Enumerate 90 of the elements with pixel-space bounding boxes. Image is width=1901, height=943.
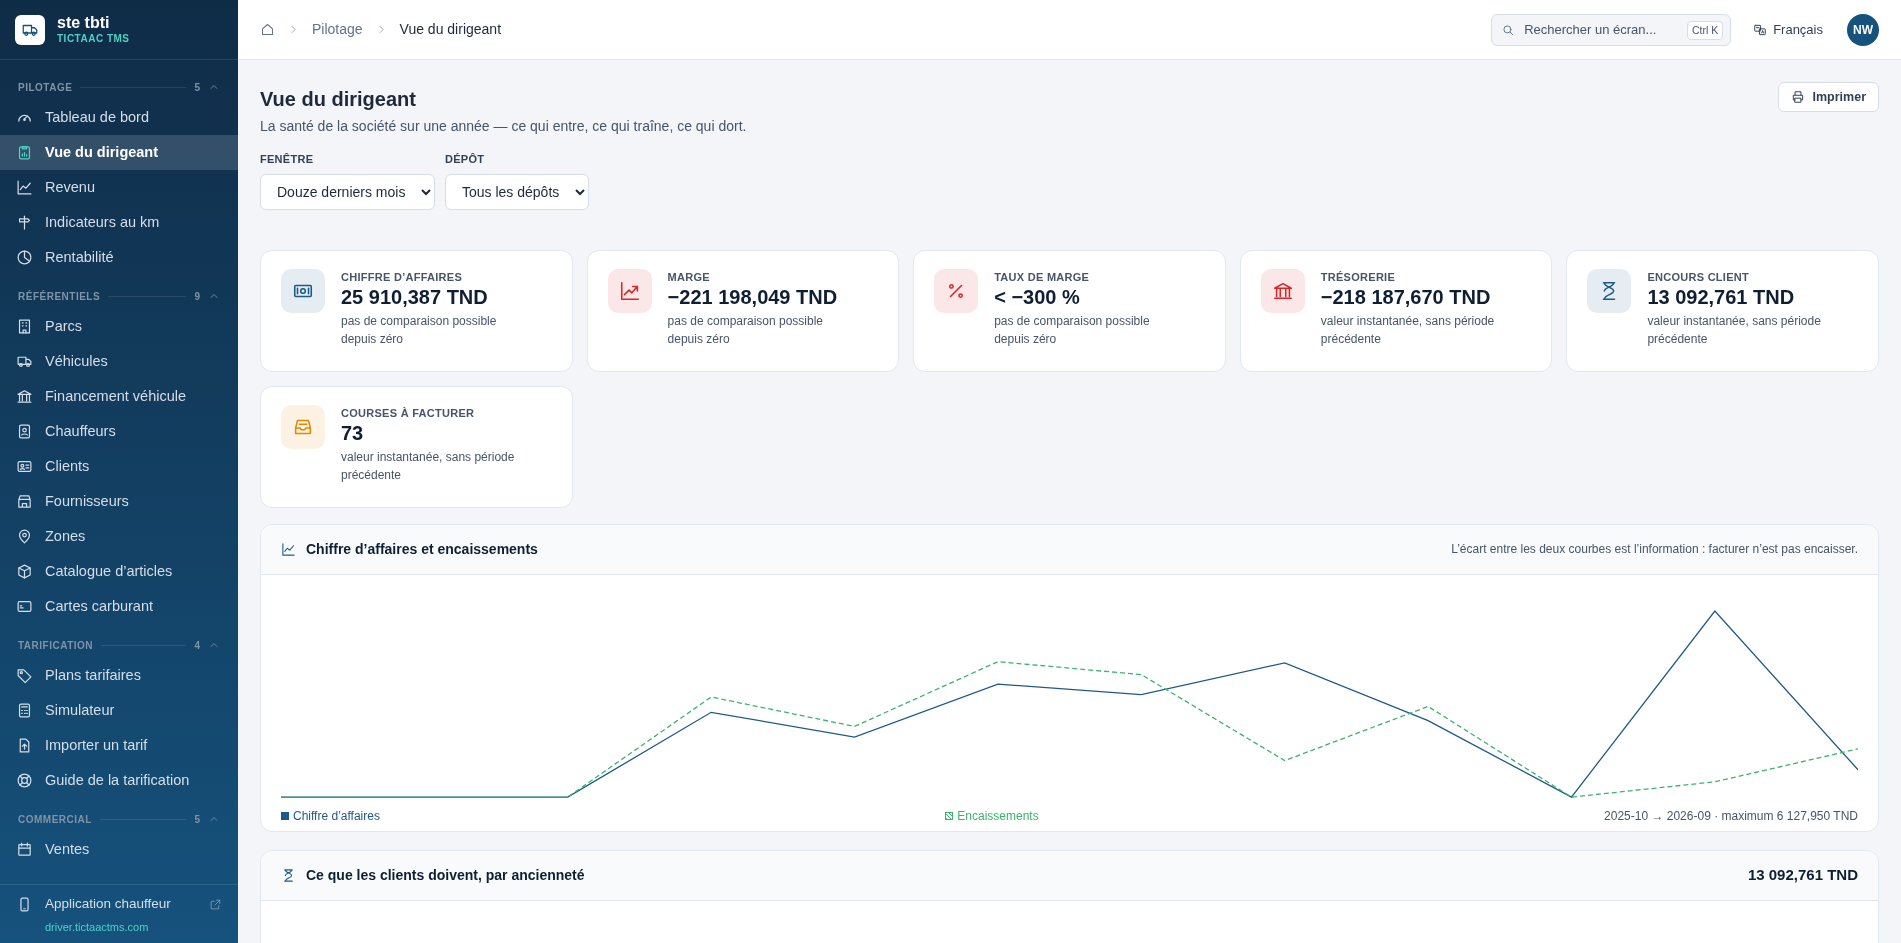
kpi-value: < −300 % (994, 285, 1081, 310)
filter-label: DÉPÔT (445, 152, 486, 167)
page-subtitle: La santé de la société sur une année — ce qui entre, ce qui traîne, ce qui dort. (260, 117, 748, 136)
section-count: 5 (194, 80, 200, 95)
box-icon (16, 563, 33, 580)
kpi-note: valeur instantanée, sans période précédente (341, 449, 516, 484)
page-title: Vue du dirigeant (260, 87, 417, 112)
building-icon (16, 318, 33, 335)
hourglass-icon (281, 867, 296, 883)
card-title: Ce que les clients doivent, par ancienneté (306, 865, 585, 885)
sidebar-item[interactable]: Plans tarifaires (0, 658, 238, 693)
section-count: 5 (194, 812, 200, 827)
sidebar-item[interactable]: Fournisseurs (0, 484, 238, 519)
brand-subtitle: TICTAAC TMS (57, 33, 130, 46)
breadcrumb-item[interactable]: Pilotage (312, 19, 363, 40)
driver-url-link[interactable]: driver.tictaactms.com (16, 918, 222, 935)
sidebar-item[interactable]: Chauffeurs (0, 414, 238, 449)
section-heading: PILOTAGE (18, 80, 73, 95)
lifebuoy-icon (16, 772, 33, 789)
clipboard-chart-icon (16, 144, 33, 161)
sidebar-item[interactable]: Tableau de bord (0, 100, 238, 135)
tag-icon (16, 667, 33, 684)
aging-total: 13 092,761 TND (1747, 864, 1858, 885)
section-count: 4 (194, 638, 200, 653)
sidebar-item[interactable]: Parcs (0, 309, 238, 344)
external-link-icon (209, 898, 222, 911)
sidebar-item[interactable]: Catalogue d’articles (0, 554, 238, 589)
legend-label: Chiffre d’affaires (293, 807, 380, 825)
search-icon (1501, 22, 1516, 37)
chart-range: 2025-10 → 2026-09 · maximum 6 127,950 TND (1604, 807, 1858, 825)
line-chart-icon (16, 179, 33, 196)
kpi-note: pas de comparaison possible depuis zéro (667, 313, 825, 348)
kpi-title: TAUX DE MARGE (994, 269, 1091, 285)
signpost-icon (16, 214, 33, 231)
sidebar-item[interactable]: Revenu (0, 170, 238, 205)
user-avatar[interactable]: NW (1847, 13, 1879, 46)
driver-app-link[interactable]: Application chauffeur (16, 892, 171, 917)
section-heading: COMMERCIAL (18, 812, 92, 827)
sidebar-item[interactable]: Importer un tarif (0, 728, 238, 763)
calendar-icon (16, 841, 33, 858)
sidebar-item[interactable]: Vue du dirigeant (0, 135, 238, 170)
card-icon (16, 598, 33, 615)
language-button[interactable]: Français (1753, 19, 1823, 40)
contact-card-icon (16, 458, 33, 475)
breadcrumb-item: Vue du dirigeant (399, 20, 502, 39)
kpi-value: 73 (341, 421, 365, 446)
sidebar-item[interactable]: Guide de la tarification (0, 763, 238, 798)
brand-name: ste tbti (57, 13, 111, 34)
print-button[interactable]: Imprimer (1777, 82, 1879, 112)
printer-icon (1790, 90, 1805, 104)
kpi-note: pas de comparaison possible depuis zéro (994, 313, 1151, 348)
sidebar-item[interactable]: Véhicules (0, 344, 238, 379)
sidebar-item[interactable]: Cartes carburant (0, 589, 238, 624)
sidebar-item[interactable]: Zones (0, 519, 238, 554)
store-icon (16, 493, 33, 510)
filter-select[interactable]: Douze derniers mois (260, 173, 435, 210)
kpi-title: TRÉSORERIE (1320, 269, 1397, 285)
calculator-icon (16, 702, 33, 719)
sidebar-item[interactable]: Simulateur (0, 693, 238, 728)
sidebar-item[interactable]: Rentabilité (0, 240, 238, 275)
sidebar-item[interactable]: Financement véhicule (0, 379, 238, 414)
filter-label: FENÊTRE (260, 152, 315, 167)
kpi-value: −218 187,670 TND (1320, 285, 1492, 310)
kpi-note: valeur instantanée, sans période précédente (1647, 313, 1822, 348)
kpi-value: 25 910,387 TND (341, 285, 489, 310)
card-hint: L’écart entre les deux courbes est l’information : facturer n’est pas encaisser. (1451, 541, 1858, 558)
sidebar-item[interactable]: Ventes (0, 832, 238, 867)
section-heading: RÉFÉRENTIELS (18, 289, 101, 304)
kpi-title: ENCOURS CLIENT (1647, 269, 1751, 285)
home-icon[interactable] (260, 22, 275, 37)
section-heading: TARIFICATION (18, 638, 94, 653)
bank-icon (16, 388, 33, 405)
section-count: 9 (194, 289, 200, 304)
filter-select[interactable]: Tous les dépôts (445, 173, 589, 210)
id-badge-icon (16, 423, 33, 440)
kpi-title: MARGE (667, 269, 711, 285)
sidebar-item[interactable]: Indicateurs au km (0, 205, 238, 240)
translate-icon (1753, 22, 1768, 37)
kpi-value: 13 092,761 TND (1647, 285, 1796, 310)
kpi-note: valeur instantanée, sans période précédente (1320, 313, 1496, 348)
kpi-title: CHIFFRE D’AFFAIRES (341, 269, 464, 285)
line-chart-icon (281, 541, 296, 557)
kpi-title: COURSES À FACTURER (341, 405, 476, 421)
kpi-note: pas de comparaison possible depuis zéro (341, 313, 498, 348)
kpi-value: −221 198,049 TND (667, 285, 839, 310)
pie-chart-icon (16, 249, 33, 266)
sidebar-item[interactable]: Clients (0, 449, 238, 484)
card-title: Chiffre d’affaires et encaissements (306, 539, 538, 559)
legend-label: Encaissements (957, 807, 1039, 825)
map-pin-icon (16, 528, 33, 545)
